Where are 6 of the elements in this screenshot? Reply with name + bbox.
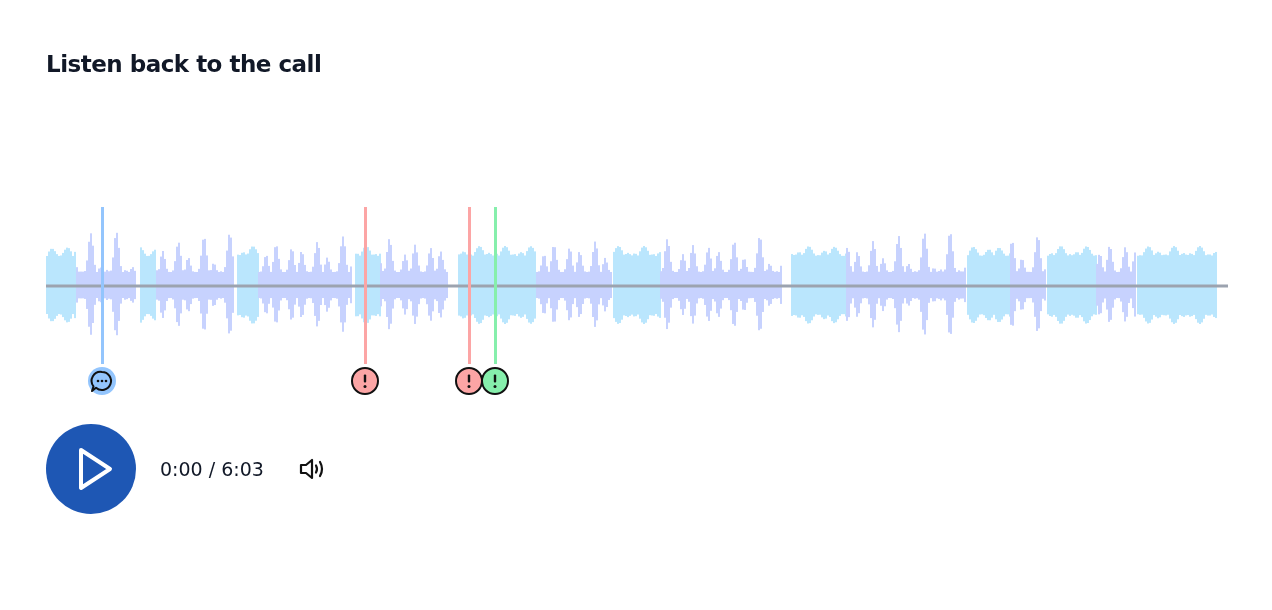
comment-icon[interactable] — [86, 366, 117, 396]
alert-icon[interactable] — [350, 366, 381, 396]
alert-icon[interactable] — [480, 366, 511, 396]
playback-time: 0:00 / 6:03 — [160, 458, 264, 480]
section-title: Listen back to the call — [46, 50, 323, 79]
alert-icon[interactable] — [454, 366, 485, 396]
